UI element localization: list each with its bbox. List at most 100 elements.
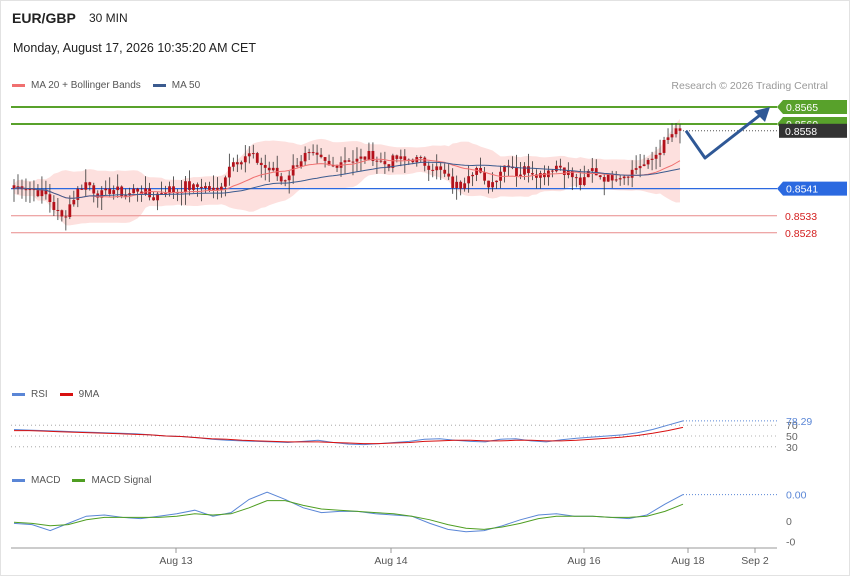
candle-body [598, 175, 602, 178]
candle-body [196, 184, 199, 187]
candle-body [674, 128, 678, 135]
candle-body [124, 195, 128, 197]
rsi-value-label: 78.29 [786, 416, 812, 428]
candle-body [355, 158, 359, 162]
candle-body [52, 202, 56, 210]
candle-body [455, 181, 459, 188]
candle-body [351, 161, 355, 163]
candle-body [319, 154, 323, 158]
candle-body [650, 158, 654, 160]
candle-body [451, 176, 455, 188]
candle-body [263, 165, 267, 168]
candle-body [367, 150, 371, 160]
candle-body [602, 177, 606, 182]
candle-body [68, 204, 72, 218]
candle-body [379, 160, 383, 162]
x-tick-label-4: Sep 2 [741, 555, 769, 567]
candle-body [543, 173, 546, 178]
candle-body [88, 182, 92, 186]
candle-body [678, 128, 682, 131]
candle-body [335, 165, 339, 168]
level-label-0.8533: 0.8533 [785, 211, 817, 223]
candle-body [223, 177, 227, 187]
candle-body [642, 164, 646, 167]
x-tick-label-0: Aug 13 [159, 555, 192, 567]
candle-body [219, 186, 223, 190]
candle-body [483, 172, 486, 181]
candle-body [539, 173, 542, 178]
candle-body [403, 156, 407, 161]
candle-body [36, 190, 40, 197]
macd-value-label: 0.00 [786, 490, 807, 502]
candle-body [24, 189, 28, 191]
candle-body [467, 176, 471, 184]
level-label-0.8541: 0.8541 [786, 184, 818, 196]
candle-body [204, 186, 207, 189]
candle-body [594, 168, 598, 176]
candle-body [60, 210, 64, 217]
candle-body [239, 162, 243, 165]
rsi-ma-line [14, 426, 684, 445]
candle-body [634, 168, 638, 170]
candle-body [132, 188, 136, 194]
candle-body [459, 181, 463, 189]
candle-body [622, 176, 626, 179]
candle-body [363, 156, 367, 160]
candle-body [227, 166, 231, 178]
candle-body [188, 181, 191, 190]
candle-body [550, 170, 554, 172]
candle-body [383, 161, 387, 165]
candle-body [40, 189, 44, 197]
candle-body [662, 139, 666, 153]
candle-body [271, 167, 275, 171]
candle-body [279, 176, 283, 182]
candle-body [311, 152, 315, 154]
x-tick-label-2: Aug 16 [567, 555, 600, 567]
candle-body [646, 159, 650, 165]
candle-body [267, 167, 271, 171]
candle-body [92, 185, 96, 194]
level-label-0.8528: 0.8528 [785, 228, 817, 240]
candle-body [28, 189, 32, 191]
candle-body [666, 137, 670, 140]
candle-body [558, 165, 562, 168]
candle-body [554, 165, 558, 172]
candle-body [116, 186, 120, 191]
candle-body [243, 156, 247, 163]
x-tick-label-1: Aug 14 [374, 555, 407, 567]
candle-body [582, 177, 586, 185]
candle-body [295, 165, 299, 167]
candle-body [614, 179, 618, 181]
candle-body [315, 152, 319, 155]
candle-body [399, 156, 403, 159]
macd-tick-upper: 0 [786, 516, 792, 528]
last-price-label: 0.8558 [785, 126, 817, 138]
candle-body [212, 187, 215, 190]
level-label-0.8565: 0.8565 [786, 102, 818, 114]
candle-body [463, 183, 467, 189]
candle-body [578, 177, 582, 185]
candle-body [471, 174, 475, 177]
candle-body [104, 188, 108, 191]
candle-body [618, 178, 622, 180]
candle-body [435, 166, 439, 171]
candle-body [136, 188, 140, 192]
candle-body [192, 184, 195, 190]
candle-body [184, 181, 187, 193]
candle-body [291, 165, 295, 176]
candle-body [427, 165, 431, 170]
candle-body [495, 180, 498, 183]
candle-body [527, 166, 530, 174]
candle-body [231, 162, 235, 167]
candle-body [251, 153, 255, 155]
candle-body [56, 209, 60, 211]
candle-body [84, 182, 88, 190]
candle-body [48, 194, 52, 203]
rsi-line [13, 420, 684, 446]
candle-body [148, 188, 151, 198]
candle-body [347, 160, 351, 162]
macd-signal-line [13, 500, 684, 530]
candle-body [475, 167, 479, 175]
candle-body [287, 175, 291, 181]
candle-body [172, 186, 175, 193]
